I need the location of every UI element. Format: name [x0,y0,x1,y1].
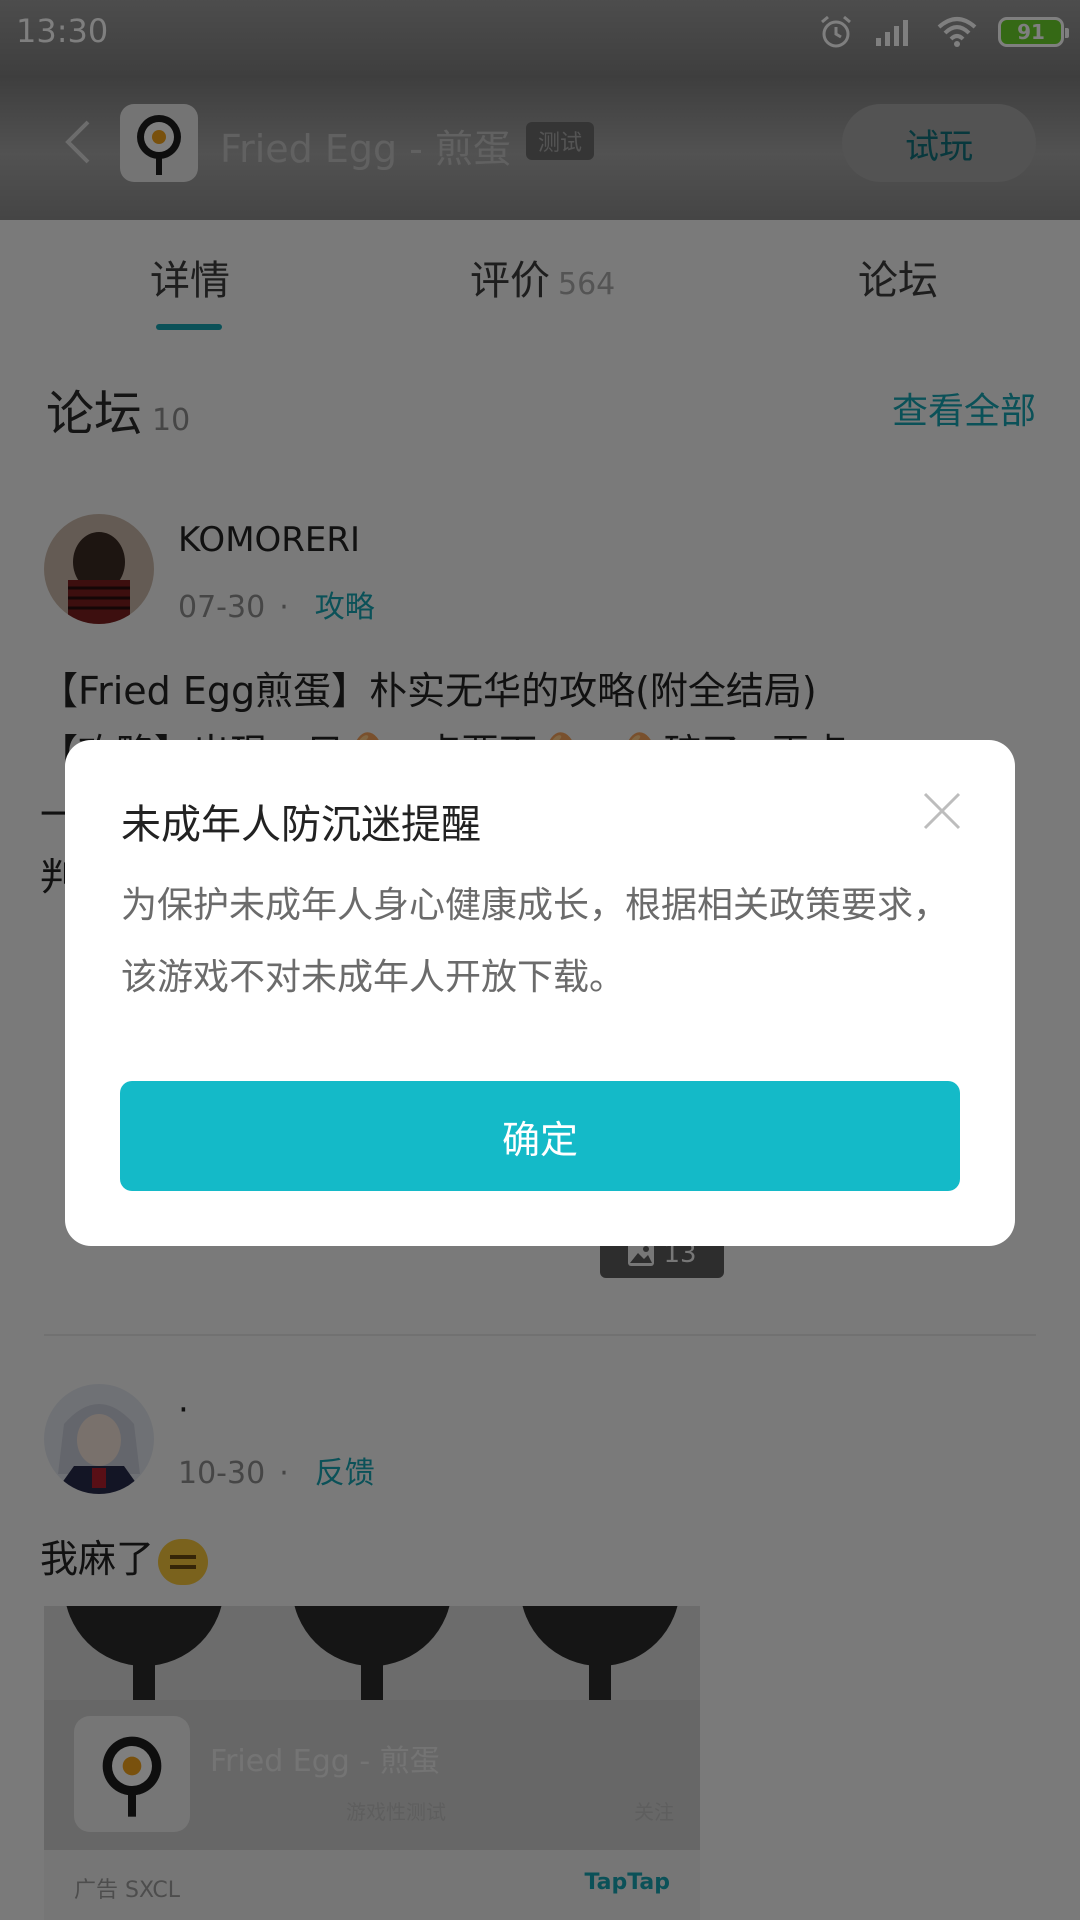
close-icon[interactable] [921,790,963,832]
confirm-button[interactable]: 确定 [120,1081,960,1191]
dialog-title: 未成年人防沉迷提醒 [121,802,481,848]
anti-addiction-dialog: 未成年人防沉迷提醒 为保护未成年人身心健康成长，根据相关政策要求，该游戏不对未成… [65,740,1015,1246]
dialog-message: 为保护未成年人身心健康成长，根据相关政策要求，该游戏不对未成年人开放下载。 [121,885,950,998]
